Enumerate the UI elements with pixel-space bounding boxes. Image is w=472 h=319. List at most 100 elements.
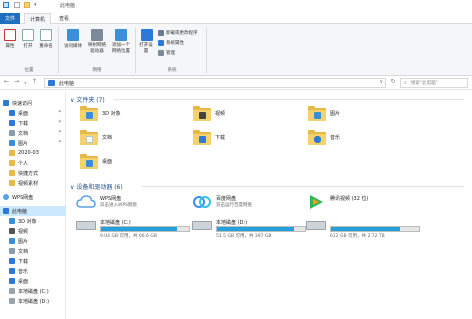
sidebar-item-label: 桌面	[18, 278, 29, 285]
sidebar-item-label: 2020-03	[18, 150, 39, 156]
new-folder-quick-icon[interactable]	[24, 2, 30, 8]
sidebar-item-label: 音乐	[18, 268, 29, 275]
search-placeholder: 搜索"此电脑"	[411, 81, 438, 86]
forward-arrow-icon[interactable]: →	[14, 78, 19, 85]
tab-view[interactable]: 查看	[54, 13, 74, 24]
folder-downloads[interactable]: 下载	[193, 130, 225, 145]
sidebar-item-3d-objects[interactable]: 3D 对象	[0, 216, 66, 226]
folders-section-header[interactable]: ∨ 文件夹 (7)	[70, 95, 105, 104]
properties-quick-icon[interactable]	[14, 2, 20, 8]
folder-documents[interactable]: 文档	[80, 130, 112, 145]
folder-videos[interactable]: 视频	[193, 106, 225, 121]
sidebar-item-desktop-pc[interactable]: 桌面	[0, 276, 66, 286]
up-arrow-icon[interactable]: ↑	[32, 78, 37, 85]
drive-c-item[interactable]: 本地磁盘 (C:) 9.04 GB 可用，共 66.6 GB	[76, 219, 194, 243]
sidebar-item-personal[interactable]: 个人	[0, 158, 66, 168]
sidebar-item-2020-03[interactable]: 2020-03	[0, 148, 66, 158]
desktop-icon	[9, 278, 15, 284]
system-properties-button[interactable]: 系统属性	[158, 39, 184, 47]
sidebar-item-documents-pc[interactable]: 文档	[0, 246, 66, 256]
sidebar-item-label: WPS网盘	[12, 194, 34, 201]
open-button[interactable]: 打开	[21, 29, 35, 49]
folder-label: 音乐	[330, 135, 341, 141]
section-divider	[142, 186, 464, 187]
sidebar-item-this-pc[interactable]: 此电脑	[0, 206, 66, 216]
sidebar-item-shortcuts[interactable]: 快捷方式	[0, 168, 66, 178]
drive-e-item[interactable]: 612 GB 可用，共 2.72 TB	[306, 219, 424, 243]
sidebar-item-music[interactable]: 音乐	[0, 266, 66, 276]
tab-computer[interactable]: 计算机	[24, 13, 52, 24]
sidebar-item-wps-cloud[interactable]: WPS网盘	[0, 192, 66, 202]
sidebar-item-drive-d[interactable]: 本地磁盘 (D:)	[0, 296, 66, 306]
sidebar-item-downloads[interactable]: 下载 ✦	[0, 118, 66, 128]
sidebar-item-videos[interactable]: 视频	[0, 226, 66, 236]
back-arrow-icon[interactable]: ←	[4, 78, 9, 85]
drive-space-info: 612 GB 可用，共 2.72 TB	[330, 234, 385, 239]
access-media-icon	[67, 29, 79, 41]
open-settings-label: 打开设置	[139, 43, 153, 54]
cloud-subtitle: 双击进入WPS网盘	[100, 203, 138, 208]
folder-label: 桌面	[102, 159, 113, 165]
folders-section-title: 文件夹 (7)	[76, 97, 105, 104]
rename-button[interactable]: 重命名	[38, 29, 54, 49]
open-settings-button[interactable]: 打开设置	[139, 29, 155, 55]
tencent-video-item[interactable]: 腾讯视频 (32 位)	[306, 194, 426, 212]
quick-access-dropdown-icon[interactable]: ▾	[34, 2, 40, 8]
address-field[interactable]: 此电脑 ∨	[44, 78, 386, 88]
cloud-subtitle: 双击运行百度网盘	[216, 203, 252, 208]
pin-icon[interactable]: ✦	[58, 119, 62, 125]
folder-label: 3D 对象	[102, 111, 121, 117]
properties-button[interactable]: 属性	[3, 29, 17, 49]
drive-d-item[interactable]: 本地磁盘 (D:) 51.5 GB 可用，共 397 GB	[192, 219, 310, 243]
uninstall-programs-button[interactable]: 卸载或更改程序	[158, 29, 198, 37]
sidebar-item-downloads-pc[interactable]: 下载	[0, 256, 66, 266]
sidebar-item-pictures-pc[interactable]: 图片	[0, 236, 66, 246]
sidebar-item-quick-access[interactable]: 快速访问	[0, 98, 66, 108]
baidu-netdisk-item[interactable]: 百度网盘 双击运行百度网盘	[192, 194, 302, 212]
folder-icon	[308, 130, 326, 145]
document-icon	[9, 130, 15, 136]
access-media-label: 访问媒体	[64, 44, 82, 49]
devices-section-header[interactable]: ∨ 设备和驱动器 (6)	[70, 182, 123, 191]
chevron-down-icon[interactable]: ∨	[379, 79, 383, 85]
tab-file[interactable]: 文件	[0, 13, 21, 24]
drive-usage-bar	[216, 226, 306, 232]
wps-cloud-icon	[76, 195, 96, 208]
sidebar-item-documents[interactable]: 文档 ✦	[0, 128, 66, 138]
folder-music[interactable]: 音乐	[308, 130, 340, 145]
picture-icon	[9, 238, 15, 244]
refresh-icon[interactable]: ↻	[388, 78, 398, 88]
rename-icon	[40, 29, 52, 41]
drive-icon	[9, 298, 15, 304]
access-media-button[interactable]: 访问媒体	[62, 29, 84, 49]
pin-icon[interactable]: ✦	[58, 139, 62, 145]
system-group-label: 系统	[167, 68, 177, 73]
folder-desktop[interactable]: 桌面	[80, 154, 112, 169]
uninstall-icon	[158, 30, 164, 36]
manage-icon	[158, 50, 164, 56]
add-network-location-label: 添加一个网络位置	[112, 43, 130, 54]
manage-button[interactable]: 管理	[158, 49, 175, 57]
download-icon	[9, 258, 15, 264]
pin-icon[interactable]: ✦	[58, 109, 62, 115]
folder-3d-objects[interactable]: 3D 对象	[80, 106, 121, 121]
ribbon-tabs: 文件 计算机 查看	[0, 12, 472, 24]
drive-name: 本地磁盘 (C:)	[100, 220, 131, 226]
open-label: 打开	[23, 44, 33, 49]
add-network-location-button[interactable]: 添加一个网络位置	[110, 29, 132, 55]
recent-dropdown-icon[interactable]: ∨	[24, 80, 27, 85]
sidebar-item-drive-c[interactable]: 本地磁盘 (C:)	[0, 286, 66, 296]
search-input[interactable]: ⌕ 搜索"此电脑"	[400, 78, 468, 88]
computer-icon	[3, 208, 9, 214]
sidebar-item-desktop[interactable]: 桌面 ✦	[0, 108, 66, 118]
cloud-name: 百度网盘	[216, 196, 237, 202]
pin-icon[interactable]: ✦	[58, 129, 62, 135]
address-path: 此电脑	[59, 81, 75, 87]
wps-cloud-item[interactable]: WPS网盘 双击进入WPS网盘	[76, 194, 186, 212]
sidebar-item-label: 3D 对象	[18, 218, 37, 225]
sidebar-item-pictures[interactable]: 图片 ✦	[0, 138, 66, 148]
video-icon	[9, 228, 15, 234]
folder-pictures[interactable]: 图片	[308, 106, 340, 121]
map-network-drive-button[interactable]: 映射网络驱动器	[86, 29, 108, 55]
sidebar-item-video-material[interactable]: 视频素材	[0, 178, 66, 188]
